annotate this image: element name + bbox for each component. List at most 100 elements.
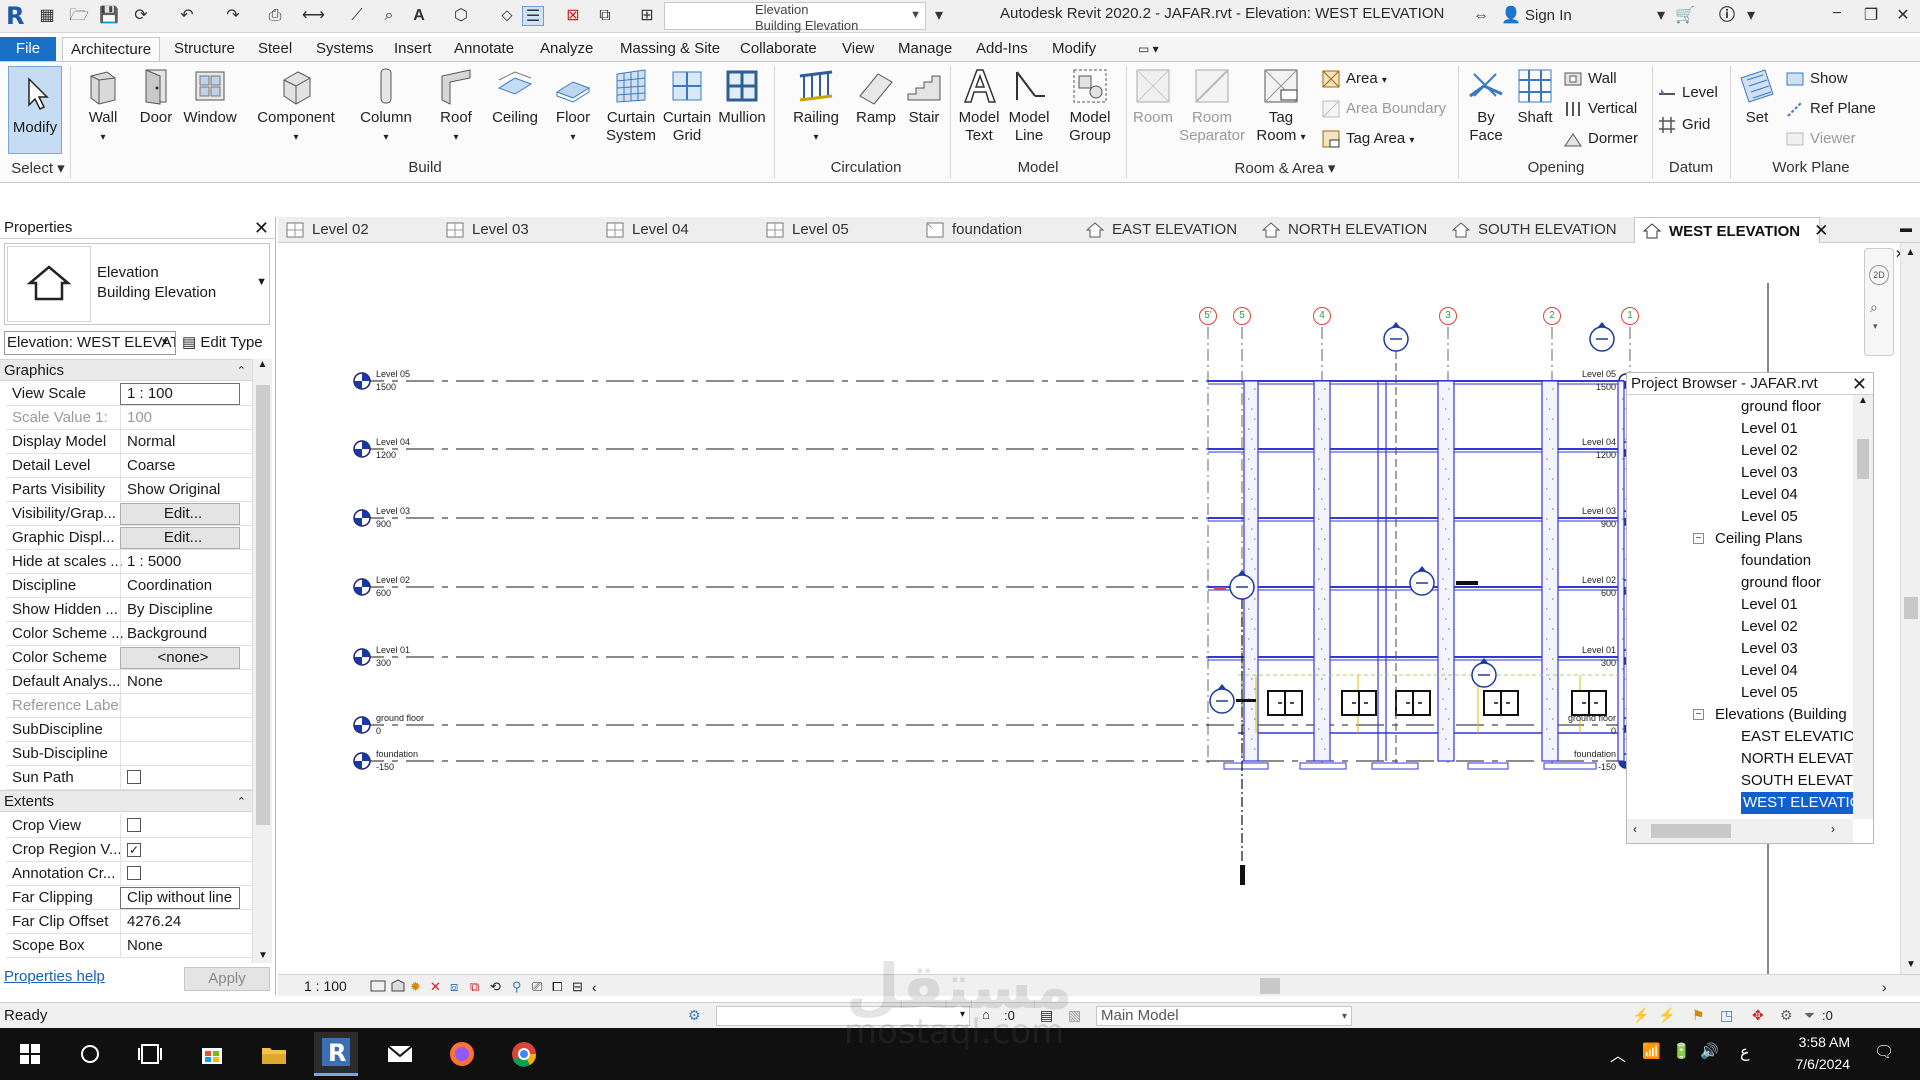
detail-level-icon[interactable] xyxy=(370,979,386,993)
select-by-face-icon[interactable]: ◳ xyxy=(1720,1007,1733,1024)
level-name-label[interactable]: Level 04 xyxy=(376,437,410,447)
property-value[interactable]: Edit... xyxy=(120,503,240,525)
level-button[interactable]: Level xyxy=(1656,82,1718,104)
property-value[interactable] xyxy=(120,718,240,742)
browser-item[interactable]: Level 01 xyxy=(1741,594,1798,616)
select-panel-label[interactable]: Select ▾ xyxy=(8,159,68,177)
component-button[interactable]: Component ▾ xyxy=(254,66,338,147)
curtain-grid-button[interactable]: Curtain Grid xyxy=(660,66,714,145)
group-graphics[interactable]: Graphics ⌃ xyxy=(0,359,252,381)
browser-vertical-scrollbar[interactable]: ▲ xyxy=(1853,395,1873,819)
worksharing-display-icon[interactable]: ⧠ xyxy=(552,979,568,994)
property-value[interactable] xyxy=(120,742,240,766)
tab-modify[interactable]: Modify xyxy=(1044,37,1104,61)
shadows-icon[interactable]: ✕ xyxy=(430,979,446,994)
zoom-icon[interactable]: ⌕ xyxy=(1870,299,1878,316)
browser-item[interactable]: Level 05 xyxy=(1741,682,1798,704)
clock-time[interactable]: 3:58 AM xyxy=(1778,1034,1850,1050)
language-indicator[interactable]: ع xyxy=(1740,1042,1750,1062)
level-name-label[interactable]: ground floor xyxy=(376,713,424,723)
tab-collaborate[interactable]: Collaborate xyxy=(732,37,825,61)
property-row[interactable]: Reference Label xyxy=(6,694,252,718)
set-work-plane-button[interactable]: Set xyxy=(1734,66,1780,127)
railing-button[interactable]: Railing ▾ xyxy=(786,66,846,147)
tag-room-button[interactable]: Tag Room ▾ xyxy=(1254,66,1308,147)
property-row[interactable]: Annotation Cr... xyxy=(6,862,252,886)
select-pinned-icon[interactable]: ⚑ xyxy=(1692,1007,1705,1024)
canvas-horizontal-scroll-thumb[interactable] xyxy=(1260,978,1280,994)
property-value[interactable]: Background xyxy=(120,622,240,646)
property-value[interactable]: None xyxy=(120,934,240,958)
tab-insert[interactable]: Insert xyxy=(386,37,440,61)
tray-expand-icon[interactable]: ︿ xyxy=(1610,1042,1626,1066)
browser-item[interactable]: foundation xyxy=(1741,550,1811,572)
restore-icon[interactable]: ❐ xyxy=(1856,5,1886,27)
crop-view-icon[interactable]: ⧈ xyxy=(450,979,466,994)
instance-filter-select[interactable]: Elevation: WEST ELEVATION xyxy=(4,331,176,355)
browser-item[interactable]: Level 02 xyxy=(1741,616,1798,638)
ramp-button[interactable]: Ramp xyxy=(854,66,898,127)
level-elevation-label[interactable]: 1500 xyxy=(376,382,396,392)
level-name-label[interactable]: Level 04 xyxy=(1562,437,1616,447)
level-elevation-label[interactable]: 900 xyxy=(376,519,391,529)
browser-item[interactable]: ground floor xyxy=(1741,572,1821,594)
visual-style-icon[interactable] xyxy=(390,979,406,993)
ribbon-minimize-icon[interactable]: ▭ ▾ xyxy=(1130,37,1167,61)
level-name-label[interactable]: foundation xyxy=(376,749,418,759)
roof-button[interactable]: Roof ▾ xyxy=(432,66,480,147)
home-icon[interactable]: ▦ xyxy=(36,6,58,26)
property-row[interactable]: Crop Region V... ✓ xyxy=(6,838,252,862)
property-row[interactable]: Color Scheme <none> xyxy=(6,646,252,670)
user-interface-icon[interactable]: ⊞ xyxy=(636,6,658,26)
volume-icon[interactable]: 🔊 xyxy=(1700,1042,1719,1060)
close-icon[interactable]: ✕ xyxy=(1888,5,1918,27)
vertical-opening-button[interactable]: Vertical xyxy=(1562,98,1637,120)
property-value[interactable]: Coarse xyxy=(120,454,240,478)
section-icon[interactable]: ⬦ xyxy=(496,6,518,26)
dimension-icon[interactable]: ⟋ xyxy=(346,6,368,26)
search-icon[interactable] xyxy=(72,1036,108,1072)
tab-systems[interactable]: Systems xyxy=(308,37,382,61)
unlocked-3d-icon[interactable]: ⟲ xyxy=(490,979,506,994)
level-elevation-label[interactable]: -150 xyxy=(1562,762,1616,772)
print-icon[interactable]: ⎙ xyxy=(264,6,286,26)
wall-opening-button[interactable]: Wall xyxy=(1562,68,1617,90)
quick-type-selector[interactable]: Elevation Building Elevation ▼ xyxy=(664,2,926,33)
filter-icon[interactable]: ⏷ xyxy=(1804,1007,1815,1024)
minimize-icon[interactable]: − xyxy=(1822,5,1852,27)
chrome-icon[interactable] xyxy=(506,1036,542,1072)
dormer-button[interactable]: Dormer xyxy=(1562,128,1638,150)
ceiling-button[interactable]: Ceiling xyxy=(488,66,542,127)
tab-architecture[interactable]: Architecture xyxy=(62,37,161,61)
property-row[interactable]: Graphic Displ... Edit... xyxy=(6,526,252,550)
steering-wheel-icon[interactable]: 2D xyxy=(1869,265,1889,285)
browser-item[interactable]: EAST ELEVATION xyxy=(1741,726,1853,748)
property-value[interactable]: 1 : 100 xyxy=(120,383,240,405)
door-button[interactable]: Door xyxy=(134,66,178,127)
level-elevation-label[interactable]: 0 xyxy=(1562,726,1616,736)
infocenter-icon[interactable]: ⇔ xyxy=(1470,6,1492,26)
mail-icon[interactable] xyxy=(382,1036,418,1072)
browser-item[interactable]: WEST ELEVATION xyxy=(1741,792,1853,814)
tab-structure[interactable]: Structure xyxy=(166,37,243,61)
task-view-icon[interactable] xyxy=(132,1036,168,1072)
browser-item[interactable]: Level 05 xyxy=(1741,506,1798,528)
edit-type-button[interactable]: ▤ Edit Type xyxy=(182,331,263,355)
scroll-left-icon[interactable]: ‹ xyxy=(592,979,608,995)
column-button[interactable]: Column ▾ xyxy=(358,66,414,147)
help-icon[interactable]: ⓘ xyxy=(1716,6,1738,26)
view-scale[interactable]: 1 : 100 xyxy=(304,975,347,997)
stair-button[interactable]: Stair xyxy=(902,66,946,127)
level-name-label[interactable]: Level 02 xyxy=(376,575,410,585)
cart-icon[interactable]: 🛒 xyxy=(1674,6,1696,26)
checkbox[interactable] xyxy=(127,818,141,832)
close-hidden-icon[interactable]: ⊠ xyxy=(562,6,584,26)
property-row[interactable]: Show Hidden ... By Discipline xyxy=(6,598,252,622)
checkbox[interactable] xyxy=(127,866,141,880)
level-elevation-label[interactable]: 300 xyxy=(1562,658,1616,668)
level-name-label[interactable]: Level 01 xyxy=(1562,645,1616,655)
property-value[interactable]: Normal xyxy=(120,430,240,454)
browser-folder[interactable]: Ceiling Plans xyxy=(1715,528,1803,550)
signin-dropdown-icon[interactable]: ▾ xyxy=(1650,6,1672,26)
grid-button[interactable]: Grid xyxy=(1656,114,1710,136)
